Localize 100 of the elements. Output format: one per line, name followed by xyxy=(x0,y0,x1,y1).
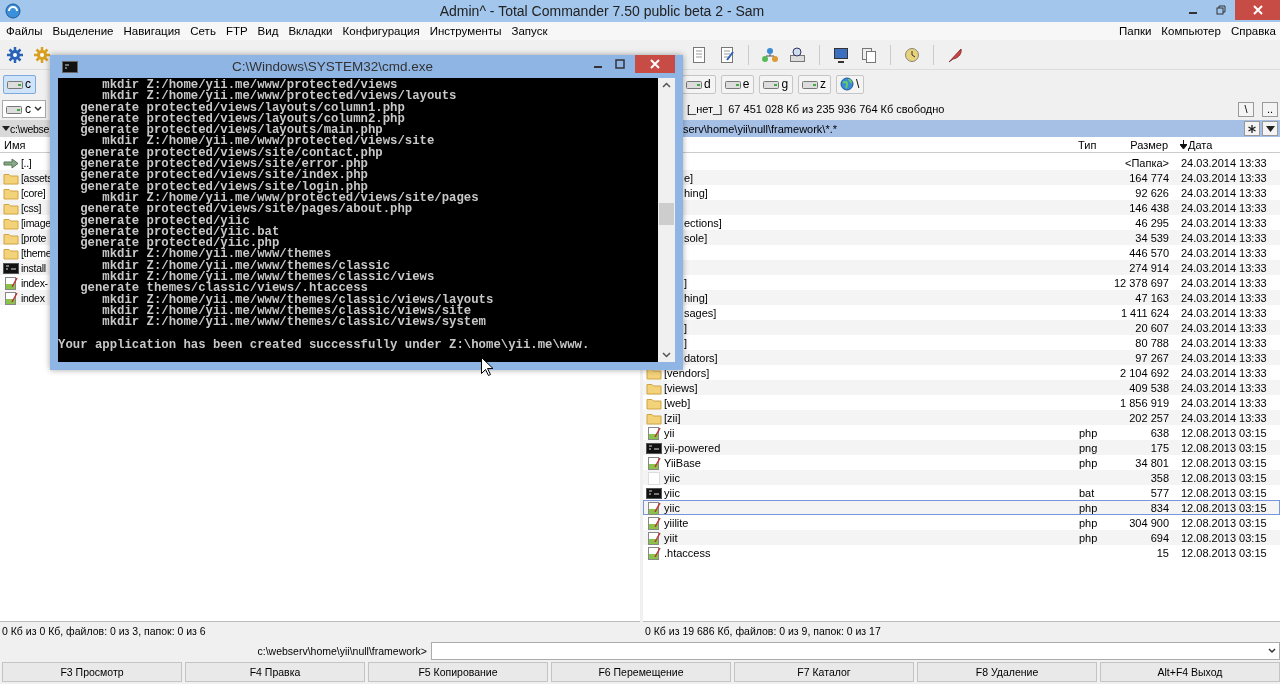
file-date: 24.03.2014 13:33 xyxy=(1180,171,1268,184)
file-name[interactable]: [views] xyxy=(664,382,698,394)
menu-item[interactable]: Папки xyxy=(1119,25,1152,37)
file-name[interactable]: ] xyxy=(684,336,688,349)
menu-item[interactable]: Выделение xyxy=(52,25,114,37)
file-name[interactable]: .htaccess xyxy=(664,547,711,559)
file-name[interactable]: yiilite xyxy=(664,517,689,529)
file-type: php xyxy=(1079,532,1099,544)
drive-button[interactable]: \ xyxy=(836,74,865,94)
copy-icon[interactable] xyxy=(860,45,878,64)
drive-button[interactable]: z xyxy=(798,74,832,94)
globe-icon xyxy=(840,77,855,91)
file-size: 97 267 xyxy=(1134,351,1170,364)
file-name[interactable]: yiic xyxy=(664,487,680,499)
console-line: protected/views/layouts/column1.php xyxy=(146,102,405,114)
file-size: 577 xyxy=(1149,487,1170,499)
file-name[interactable]: install xyxy=(21,262,46,274)
file-name[interactable]: [zii] xyxy=(664,412,681,424)
menu-item[interactable]: Вид xyxy=(257,25,279,37)
function-key-button[interactable]: F6 Перемещение xyxy=(551,662,731,682)
dropdown-icon[interactable] xyxy=(2,125,10,132)
file-name[interactable]: index xyxy=(21,292,45,304)
console-line: protected/views/site/contact.php xyxy=(146,147,383,160)
console-line: mkdir xyxy=(102,294,140,306)
scrollbar[interactable] xyxy=(658,78,675,362)
monitor-icon[interactable] xyxy=(832,45,850,64)
file-name[interactable]: [theme xyxy=(21,247,52,259)
file-name[interactable]: dators] xyxy=(684,351,718,364)
file-date: 24.03.2014 13:33 xyxy=(1180,231,1268,244)
drive-button[interactable]: c xyxy=(3,74,36,94)
file-name[interactable]: yiic xyxy=(664,472,680,484)
file-name[interactable]: [..] xyxy=(21,157,32,169)
file-date: 24.03.2014 13:33 xyxy=(1180,156,1268,169)
command-input-field[interactable] xyxy=(431,642,1280,660)
drive-button[interactable]: d xyxy=(682,74,716,94)
function-key-button[interactable]: F7 Каталог xyxy=(734,662,914,682)
file-name[interactable]: [web] xyxy=(664,397,691,409)
close-button[interactable] xyxy=(1235,0,1280,20)
function-key-button[interactable]: F5 Копирование xyxy=(368,662,548,682)
function-key-button[interactable]: F4 Правка xyxy=(185,662,365,682)
column-header[interactable]: Имя xyxy=(0,138,26,151)
drive-label: [_нет_] xyxy=(687,103,723,115)
function-key-button[interactable]: F8 Удаление xyxy=(917,662,1097,682)
file-name[interactable]: yii xyxy=(664,427,675,439)
file-name[interactable]: [image xyxy=(21,217,51,229)
menu-item[interactable]: Сеть xyxy=(190,25,216,37)
column-header[interactable]: Дата xyxy=(1188,138,1213,151)
file-name[interactable]: [vendors] xyxy=(664,367,710,379)
file-size: 46 295 xyxy=(1134,216,1170,229)
file-name[interactable]: index- xyxy=(21,277,48,289)
menu-item[interactable]: Файлы xyxy=(6,25,43,37)
function-key-button[interactable]: Alt+F4 Выход xyxy=(1100,662,1280,682)
gear-icon[interactable] xyxy=(6,45,24,64)
drive-button[interactable]: e xyxy=(720,74,755,94)
file-name[interactable]: yii-powered xyxy=(664,442,721,454)
notepad-icon[interactable] xyxy=(690,45,708,64)
column-header[interactable]: Тип xyxy=(1078,138,1097,151)
menu-item[interactable]: Навигация xyxy=(123,25,181,37)
menu-item[interactable]: Компьютер xyxy=(1161,25,1221,37)
menu-item[interactable]: Справка xyxy=(1230,25,1276,37)
history-button[interactable] xyxy=(1262,121,1278,136)
tree-icon[interactable] xyxy=(761,45,779,64)
drive-dropdown[interactable]: c xyxy=(2,100,46,118)
file-name[interactable]: [core] xyxy=(21,187,46,199)
window-title: C:\Windows\SYSTEM32\cmd.exe xyxy=(230,59,435,74)
document-icon[interactable] xyxy=(718,45,736,64)
close-button[interactable] xyxy=(635,55,675,73)
file-name[interactable]: sole] xyxy=(684,231,708,244)
file-date: 24.03.2014 13:33 xyxy=(1180,397,1268,409)
file-name[interactable]: YiiBase xyxy=(664,457,701,469)
file-name[interactable]: yiit xyxy=(664,532,678,544)
file-name[interactable]: ] xyxy=(684,276,688,289)
menu-item[interactable]: Запуск xyxy=(511,25,548,37)
console-line: protected/views/site/login.php xyxy=(146,181,368,193)
file-name[interactable]: sages] xyxy=(684,306,717,319)
menu-item[interactable]: Инструменты xyxy=(429,25,502,37)
up-button[interactable]: .. xyxy=(1262,101,1278,117)
file-name[interactable]: e] xyxy=(684,171,694,184)
filter-button[interactable] xyxy=(1244,121,1260,136)
file-name[interactable]: ections] xyxy=(684,216,722,229)
file-date: 24.03.2014 13:33 xyxy=(1180,382,1268,394)
file-name[interactable]: [prote xyxy=(21,232,47,244)
file-name[interactable]: hing] xyxy=(684,186,708,199)
menu-item[interactable]: FTP xyxy=(225,25,248,37)
drive-button[interactable]: g xyxy=(759,74,794,94)
menu-item[interactable]: Конфигурация xyxy=(342,25,420,37)
scroll-thumb[interactable] xyxy=(659,203,674,225)
function-key-button[interactable]: F3 Просмотр xyxy=(2,662,182,682)
file-name[interactable]: ] xyxy=(684,321,688,334)
console-line: Z:/home/yii.me/www/themes xyxy=(146,249,332,261)
file-size: 2 104 692 xyxy=(1119,367,1170,379)
root-button[interactable]: \ xyxy=(1238,101,1254,117)
menu-item[interactable]: Вкладки xyxy=(288,25,333,37)
file-name[interactable]: yiic xyxy=(664,502,680,514)
console-line: protected/yiic xyxy=(146,215,250,227)
column-header[interactable]: Размер xyxy=(1130,138,1170,151)
file-name[interactable]: hing] xyxy=(684,291,708,304)
file-name[interactable]: [css] xyxy=(21,202,42,214)
minimize-icon xyxy=(593,66,603,68)
search-icon[interactable] xyxy=(789,45,807,64)
